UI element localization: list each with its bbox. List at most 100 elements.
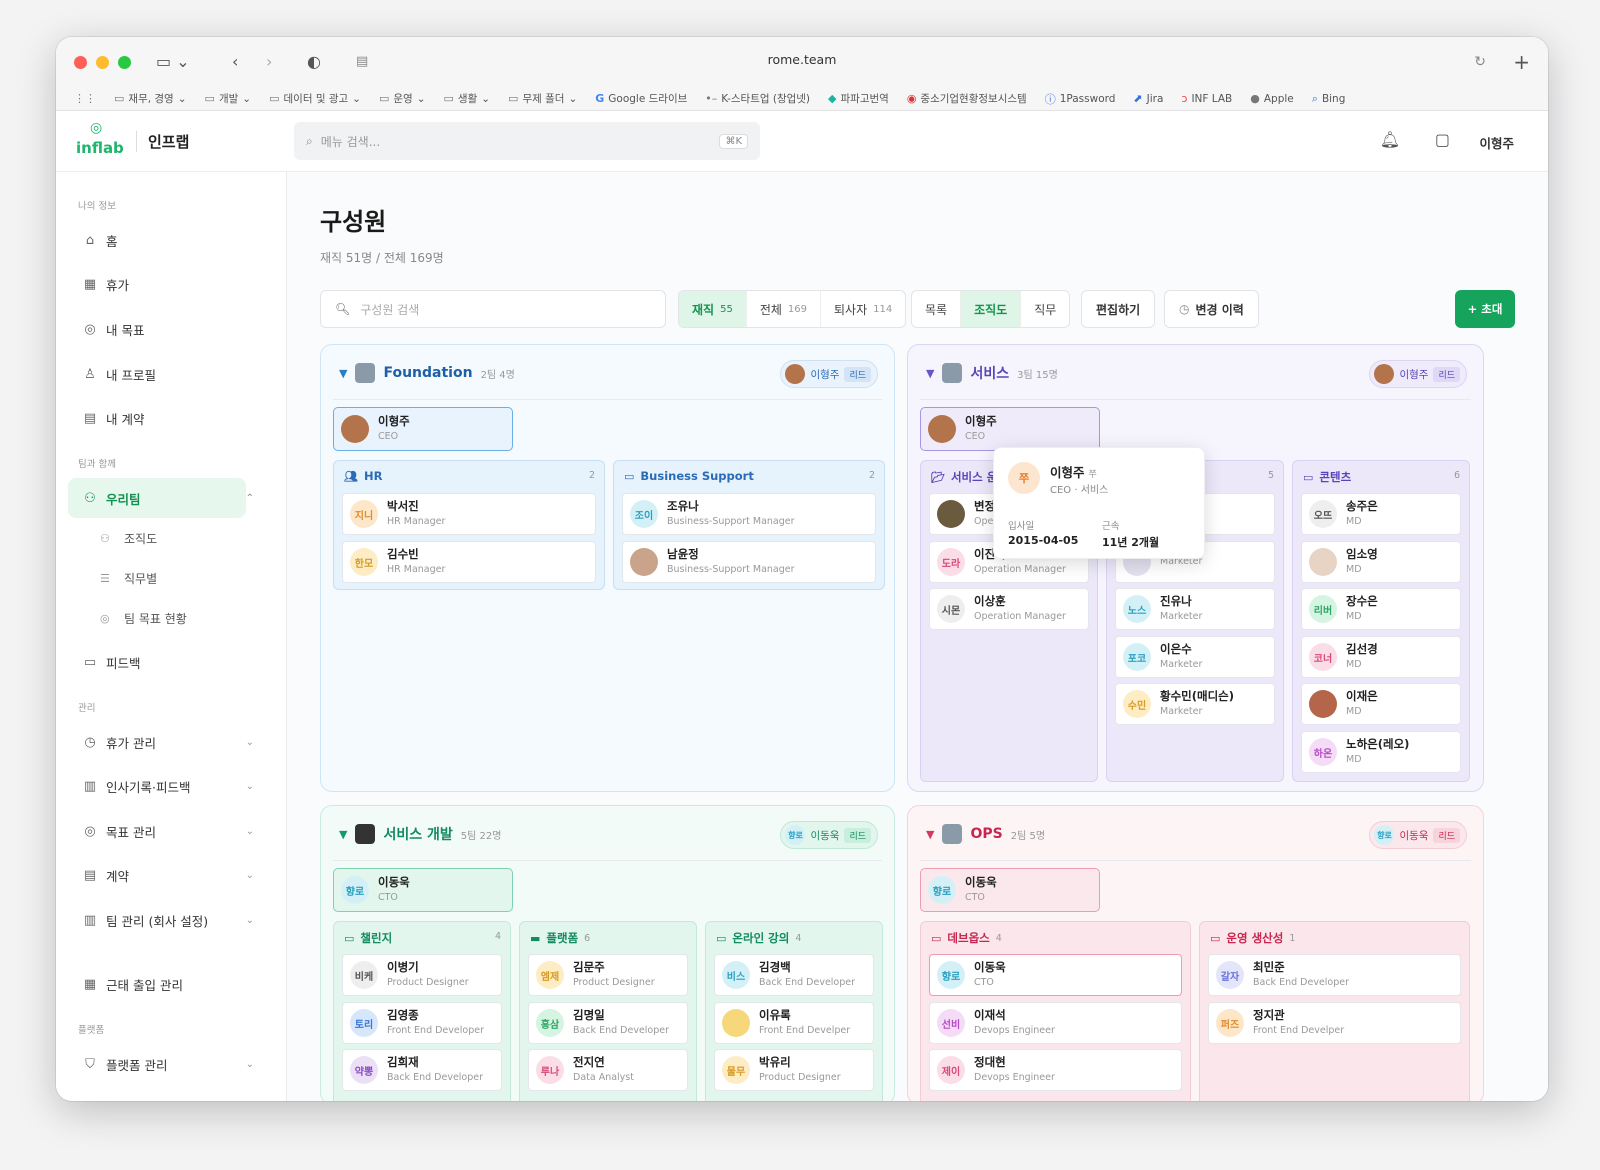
apps-grid-icon[interactable]: ⋮⋮ [74,92,96,105]
member-card[interactable]: 갈자 최민준 Back End Developer [1208,954,1461,996]
sidebar-item-my-profile[interactable]: ♙ 내 프로필 [68,354,246,394]
member-card[interactable]: 시몬 이상훈 Operation Manager [929,588,1089,630]
member-card[interactable]: 오뜨 송주은 MD [1301,493,1461,535]
bookmark-folder[interactable]: ▭ 운영 ⌄ [379,91,426,106]
bookmark-folder[interactable]: ▭ 생활 ⌄ [444,91,491,106]
collapse-icon[interactable]: ▼ [339,367,347,380]
sidebar-item-home[interactable]: ⌂ 홈 [68,220,246,260]
filter-left[interactable]: 퇴사자 114 [821,291,905,327]
division-lead[interactable]: 이형주 리드 [1369,360,1467,388]
member-card[interactable]: 향로 이동욱 CTO [920,868,1100,912]
bookmark-link[interactable]: ⓘ 1Password [1045,91,1116,107]
member-card[interactable]: 이형주 CEO [920,407,1100,451]
member-card[interactable]: 하온 노하은(레오) MD [1301,731,1461,773]
view-job[interactable]: 직무 [1021,291,1069,327]
sidebar-item-my-contract[interactable]: ▤ 내 계약 [68,398,246,438]
member-card[interactable]: 퍼즈 정지관 Front End Develper [1208,1002,1461,1044]
member-card[interactable]: 이유록 Front End Develper [714,1002,874,1044]
member-card[interactable]: 물무 박유리 Product Designer [714,1049,874,1091]
chevron-down-icon[interactable]: ⌄ [246,826,254,837]
team-header: ▭ 운영 생산성 1 [1210,931,1296,945]
member-card[interactable]: 향로 이동욱 CTO [929,954,1182,996]
filter-active[interactable]: 재직 55 [679,291,747,327]
sidebar-item-feedback[interactable]: ▭ 피드백 [68,642,246,682]
member-card[interactable]: 노스 진유나 Marketer [1115,588,1275,630]
calendar-icon: ▦ [83,976,97,992]
member-card[interactable]: 비케 이병기 Product Designer [342,954,502,996]
collapse-icon[interactable]: ▼ [926,367,934,380]
sidebar-item-platform-mgmt[interactable]: ⛉ 플랫폼 관리 ⌄ [68,1044,254,1084]
member-card[interactable]: 비스 김경백 Back End Developer [714,954,874,996]
bookmark-folder[interactable]: ▭ 재무, 경영 ⌄ [114,91,187,106]
member-card[interactable]: 이형주 CEO [333,407,513,451]
bookmark-link[interactable]: ⌕ Bing [1312,92,1346,106]
filter-all[interactable]: 전체 169 [747,291,822,327]
division-lead[interactable]: 향로 이동욱 리드 [780,821,878,849]
member-search-input[interactable]: 🔍︎ 구성원 검색 [320,290,666,328]
bookmark-link[interactable]: ◉ 중소기업현황정보시스템 [907,91,1027,106]
chevron-down-icon[interactable]: ⌄ [246,1059,254,1070]
member-card[interactable]: 임소영 MD [1301,541,1461,583]
sidebar-item-contract[interactable]: ▤ 계약 ⌄ [68,855,254,895]
member-card[interactable]: 루나 전지연 Data Analyst [528,1049,688,1091]
bookmark-link[interactable]: G Google 드라이브 [595,91,687,106]
chevron-down-icon[interactable]: ⌄ [246,870,254,881]
view-list[interactable]: 목록 [912,291,962,327]
member-card[interactable]: 제이 정대현 Devops Engineer [929,1049,1182,1091]
sidebar-item-our-team[interactable]: ⚇ 우리팀 ⌃ [68,478,254,518]
member-card[interactable]: 수민 황수민(매디슨) Marketer [1115,683,1275,725]
member-card[interactable]: 한모 김수빈 HR Manager [342,541,596,583]
bookmark-folder[interactable]: ▭ 개발 ⌄ [205,91,252,106]
member-card[interactable]: 지니 박서진 HR Manager [342,493,596,535]
sidebar-item-goal-mgmt[interactable]: ◎ 목표 관리 ⌄ [68,811,254,851]
feedback-icon[interactable]: ▢ [1435,130,1450,149]
member-card[interactable]: 선비 이재석 Devops Engineer [929,1002,1182,1044]
collapse-icon[interactable]: ▼ [339,828,347,841]
member-card[interactable]: 조이 조유나 Business-Support Manager [622,493,876,535]
sidebar-subitem-team-goal[interactable]: ◎ 팀 목표 현황 [100,610,187,627]
collapse-icon[interactable]: ▼ [926,828,934,841]
address-bar[interactable]: rome.team [56,52,1548,67]
reload-icon[interactable]: ↻ [1474,49,1486,75]
chevron-down-icon[interactable]: ⌄ [246,737,254,748]
member-card[interactable]: 남윤정 Business-Support Manager [622,541,876,583]
member-card[interactable]: 코너 김선경 MD [1301,636,1461,678]
chevron-down-icon[interactable]: ⌄ [246,915,254,926]
member-card[interactable]: 토리 김영종 Front End Developer [342,1002,502,1044]
chevron-up-icon[interactable]: ⌃ [246,493,254,504]
chevron-down-icon[interactable]: ⌄ [246,781,254,792]
member-card[interactable]: 포코 이은수 Marketer [1115,636,1275,678]
view-org[interactable]: 조직도 [961,291,1022,327]
sidebar-item-vacation-mgmt[interactable]: ◷ 휴가 관리 ⌄ [68,722,254,762]
new-tab-icon[interactable]: + [1513,49,1530,75]
history-button[interactable]: ◷ 변경 이력 [1164,290,1259,328]
member-card[interactable]: 약뽕 김희재 Back End Developer [342,1049,502,1091]
sidebar-item-hr-record[interactable]: ▥ 인사기록·피드백 ⌄ [68,766,254,806]
sidebar-subitem-job[interactable]: ☰ 직무별 [100,570,157,587]
bookmark-link[interactable]: •– K-스타트업 (창업넷) [705,91,810,106]
sidebar-item-team-mgmt[interactable]: ▥ 팀 관리 (회사 설정) ⌄ [68,900,254,940]
division-lead[interactable]: 향로 이동욱 리드 [1369,821,1467,849]
sidebar-item-attendance[interactable]: ▦ 근태 출입 관리 [68,964,246,1004]
sidebar-item-my-goal[interactable]: ◎ 내 목표 [68,309,246,349]
menu-search-input[interactable]: ⌕ 메뉴 검색... ⌘K [294,122,760,160]
bookmark-folder[interactable]: ▭ 데이터 및 광고 ⌄ [269,91,361,106]
bookmark-link[interactable]: ↄ INF LAB [1181,92,1232,105]
member-card[interactable]: 이재은 MD [1301,683,1461,725]
bookmark-link[interactable]: ⬈ Jira [1133,92,1163,105]
member-card[interactable]: 엠제 김문주 Product Designer [528,954,688,996]
division-lead[interactable]: 이형주 리드 [780,360,878,388]
inflab-logo[interactable]: ◎ inflab [76,120,124,160]
sidebar-subitem-org[interactable]: ⚇ 조직도 [100,530,157,547]
member-card[interactable]: 리버 장수은 MD [1301,588,1461,630]
invite-button[interactable]: + 초대 [1455,290,1515,328]
bell-icon[interactable]: 🔔︎ [1380,130,1400,149]
bookmark-link[interactable]: ◆ 파파고번역 [828,91,889,106]
bookmark-folder[interactable]: ▭ 무제 폴더 ⌄ [508,91,577,106]
user-menu[interactable]: 이형주 [1479,133,1514,152]
sidebar-item-vacation[interactable]: ▦ 휴가 [68,264,246,304]
bookmark-link[interactable]: ● Apple [1250,92,1294,105]
member-card[interactable]: 홍삼 김명일 Back End Developer [528,1002,688,1044]
member-card[interactable]: 향로 이동욱 CTO [333,868,513,912]
edit-button[interactable]: 편집하기 [1081,290,1156,328]
